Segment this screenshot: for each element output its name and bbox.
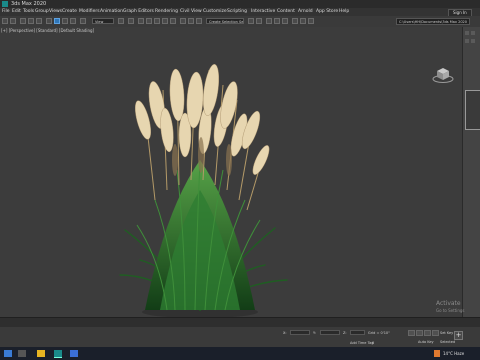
file-explorer-icon[interactable] — [37, 350, 45, 357]
weather-icon[interactable] — [434, 350, 440, 357]
menu-rendering[interactable]: Rendering — [155, 9, 178, 14]
render-production-icon[interactable] — [308, 18, 314, 24]
go-to-start-icon[interactable] — [408, 330, 415, 336]
coord-x-field[interactable] — [290, 330, 310, 335]
grass-plant-model — [119, 64, 288, 318]
coord-x-label: X: — [283, 331, 287, 335]
menu-help[interactable]: Help — [339, 9, 349, 14]
frame-number-field[interactable]: 0 — [372, 341, 374, 345]
menu-views[interactable]: Views — [49, 9, 62, 14]
window-title: 3ds Max 2020 — [11, 1, 47, 7]
menu-tools[interactable]: Tools — [23, 9, 34, 14]
previous-frame-icon[interactable] — [416, 330, 423, 336]
play-icon[interactable] — [424, 330, 431, 336]
align-icon[interactable] — [196, 18, 202, 24]
keyboard-shortcut-override-icon[interactable] — [138, 18, 144, 24]
select-rotate-icon[interactable] — [62, 18, 68, 24]
project-path-field[interactable]: C:\Users\HH\Documents\3ds Max 2020 — [396, 18, 470, 25]
material-editor-icon[interactable] — [282, 18, 288, 24]
select-object-icon[interactable] — [46, 18, 52, 24]
bind-space-warp-icon[interactable] — [36, 18, 42, 24]
pivot-center-icon[interactable] — [118, 18, 124, 24]
curve-editor-icon[interactable] — [266, 18, 272, 24]
set-key-button[interactable]: Set Key — [440, 331, 453, 335]
toggle-layer-explorer-icon[interactable] — [256, 18, 262, 24]
select-scale-icon[interactable] — [70, 18, 76, 24]
percent-snap-icon[interactable] — [162, 18, 168, 24]
selected-dropdown[interactable]: Selected — [440, 340, 455, 344]
menu-graph-editors[interactable]: Graph Editors — [123, 9, 154, 14]
weather-readout[interactable]: 14°C Haze — [443, 351, 464, 356]
menu-scripting[interactable]: Scripting — [227, 9, 247, 14]
windows-start-icon[interactable] — [4, 350, 12, 357]
menu-edit[interactable]: Edit — [12, 9, 21, 14]
render-setup-icon[interactable] — [292, 18, 298, 24]
viewport-label[interactable]: [+] [Perspective] [Standard] [Default Sh… — [1, 28, 94, 33]
motion-tab-icon[interactable] — [471, 39, 475, 43]
watermark-line-1: Activate — [436, 300, 461, 307]
angle-snap-icon[interactable] — [154, 18, 160, 24]
activation-watermark: Activate Go to Settings — [436, 300, 465, 314]
menu-animation[interactable]: Animation — [100, 9, 123, 14]
menu-file[interactable]: File — [2, 9, 10, 14]
auto-key-button[interactable]: Auto Key — [418, 340, 434, 344]
3ds-max-taskbar-icon[interactable] — [54, 350, 62, 358]
grid-size-readout: Grid = 0'10" — [368, 331, 390, 335]
modifier-stack-list[interactable] — [465, 90, 480, 130]
menu-arnold[interactable]: Arnold — [298, 9, 313, 14]
coord-z-field[interactable] — [350, 330, 365, 335]
menu-interactive[interactable]: Interactive — [251, 9, 275, 14]
rendered-frame-window-icon[interactable] — [300, 18, 306, 24]
menu-group[interactable]: Group — [35, 9, 49, 14]
coord-z-label: Z: — [343, 331, 347, 335]
redo-icon[interactable] — [10, 18, 16, 24]
coord-y-label: Y: — [313, 331, 316, 335]
command-panel — [462, 27, 480, 317]
add-key-icon[interactable]: + — [454, 331, 463, 340]
add-time-tag-button[interactable]: Add Time Tag — [350, 341, 374, 345]
app-logo-icon — [2, 1, 8, 7]
menu-bar: File Edit Tools Group Views Create Modif… — [0, 8, 480, 17]
hierarchy-tab-icon[interactable] — [465, 39, 469, 43]
taskbar: 14°C Haze — [0, 347, 480, 360]
unlink-icon[interactable] — [28, 18, 34, 24]
create-tab-icon[interactable] — [465, 31, 469, 35]
schematic-view-icon[interactable] — [274, 18, 280, 24]
menu-customize[interactable]: Customize — [203, 9, 227, 14]
named-selection-set-select[interactable]: Create Selection Se — [206, 18, 244, 24]
viewcube-icon[interactable] — [432, 65, 454, 83]
watermark-line-2: Go to Settings — [436, 308, 465, 313]
task-view-icon[interactable] — [18, 350, 26, 357]
place-icon[interactable] — [80, 18, 86, 24]
menu-modifiers[interactable]: Modifiers — [79, 9, 100, 14]
undo-icon[interactable] — [2, 18, 8, 24]
perspective-viewport[interactable]: [+] [Perspective] [Standard] [Default Sh… — [0, 27, 462, 318]
menu-create[interactable]: Create — [62, 9, 77, 14]
modify-tab-icon[interactable] — [471, 31, 475, 35]
menu-content[interactable]: Content — [277, 9, 295, 14]
status-bar: Add Time Tag X: Y: Z: Grid = 0'10" 0 Aut… — [0, 327, 480, 347]
select-manipulate-icon[interactable] — [128, 18, 134, 24]
snaps-toggle-icon[interactable] — [146, 18, 152, 24]
mirror-icon[interactable] — [188, 18, 194, 24]
edit-named-selection-icon[interactable] — [180, 18, 186, 24]
next-frame-icon[interactable] — [432, 330, 439, 336]
browser-taskbar-icon[interactable] — [70, 350, 78, 357]
select-move-icon[interactable] — [54, 18, 60, 24]
coord-y-field[interactable] — [320, 330, 340, 335]
reference-coordinate-select[interactable]: View — [92, 18, 114, 24]
menu-app-store[interactable]: App Store — [316, 9, 338, 14]
spinner-snap-icon[interactable] — [170, 18, 176, 24]
menu-civil-view[interactable]: Civil View — [180, 9, 202, 14]
title-bar: 3ds Max 2020 — [0, 0, 480, 8]
link-icon[interactable] — [20, 18, 26, 24]
toggle-scene-explorer-icon[interactable] — [248, 18, 254, 24]
